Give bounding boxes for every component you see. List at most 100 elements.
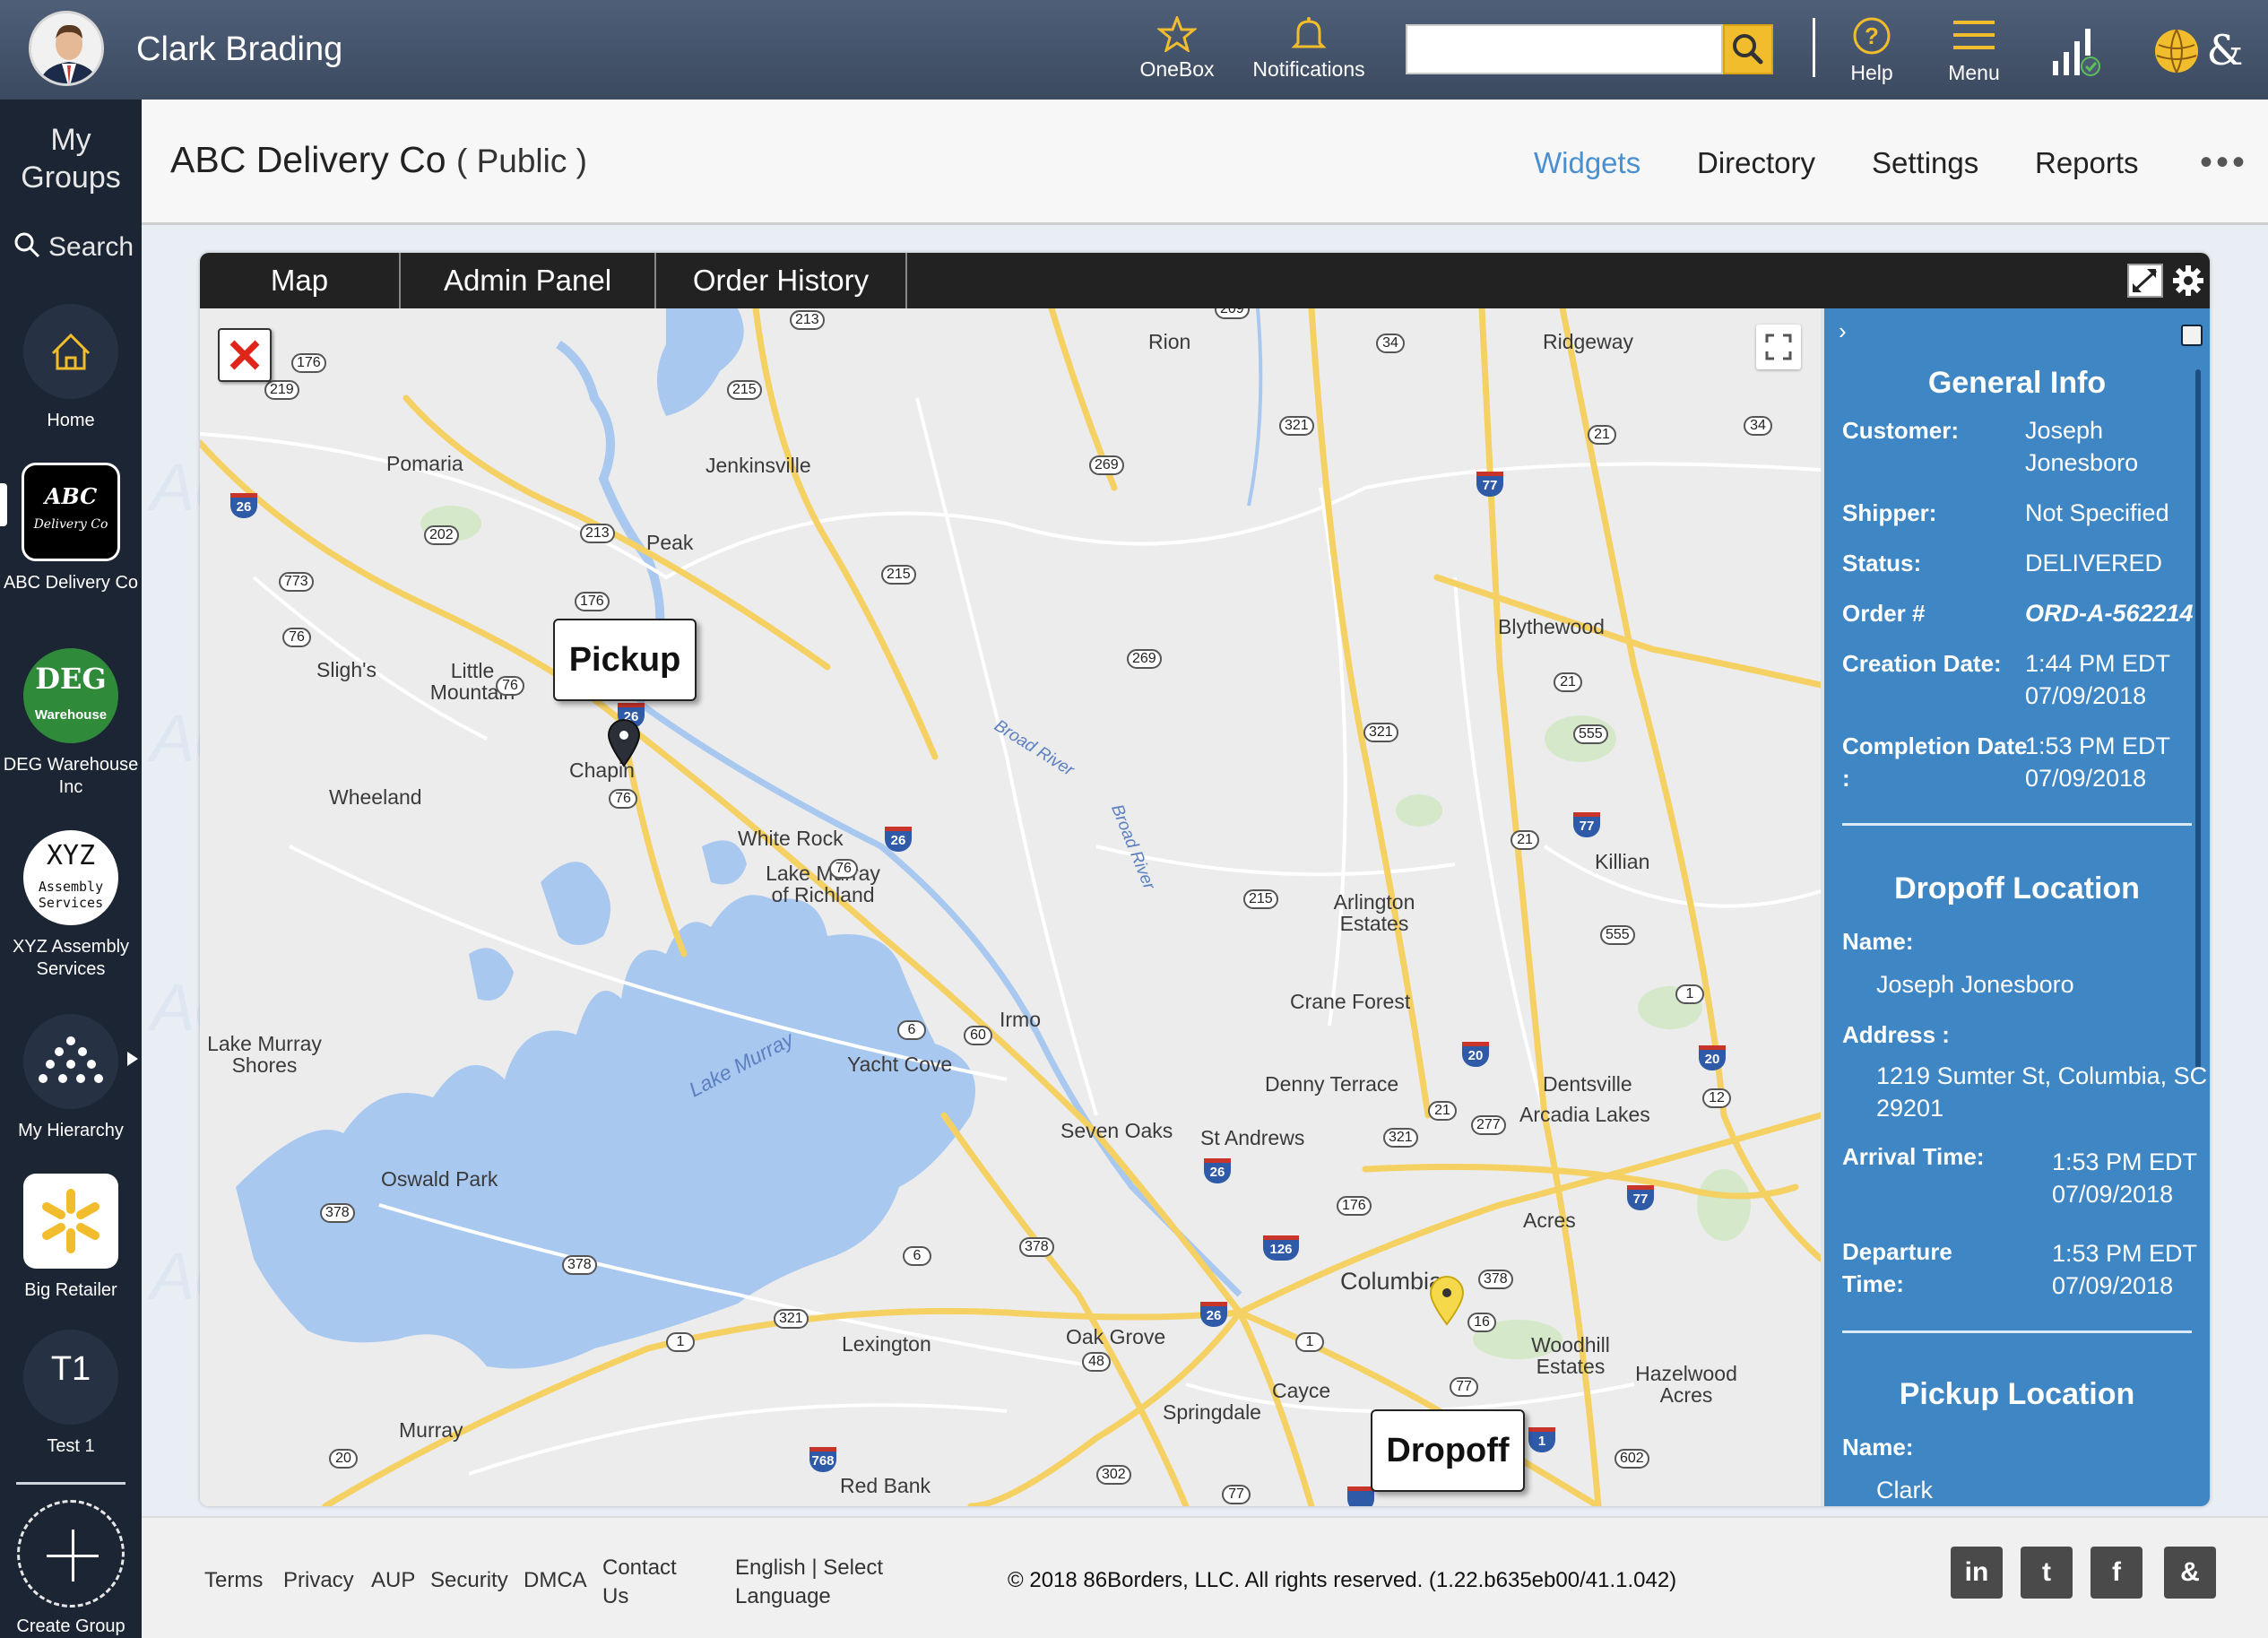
shipper-value: Not Specified [2025,499,2169,526]
more-options-button[interactable]: ••• [2200,143,2248,183]
linkedin-icon[interactable]: in [1951,1547,2003,1599]
interstate-shield: 126 [1263,1235,1299,1261]
map-canvas [200,308,1821,1506]
tab-directory[interactable]: Directory [1697,146,1815,180]
creation-time-value: 1:44 PM EDT [2025,650,2171,677]
user-avatar[interactable] [29,11,104,86]
pickup-callout[interactable]: Pickup [553,619,697,701]
sidebar-item-big-retailer[interactable]: Big Retailer [0,1174,142,1302]
route-shield: 21 [1511,830,1539,850]
expand-arrow-icon[interactable] [126,1050,140,1068]
signal-status-icon[interactable] [2046,25,2103,77]
onebox-button[interactable]: OneBox [1137,16,1217,82]
map-place-label: Arcadia Lakes [1519,1103,1650,1126]
route-shield: 321 [1363,723,1398,742]
footer-link-aup[interactable]: AUP [371,1568,415,1593]
tab-admin-panel[interactable]: Admin Panel [399,253,654,308]
route-shield: 20 [329,1449,358,1469]
map-place-label: Lake Murray of Richland [766,862,880,906]
route-shield: 6 [897,1020,926,1040]
sidebar-search[interactable]: Search [13,230,134,263]
menu-button[interactable]: Menu [1936,16,2012,85]
help-label: Help [1850,61,1893,84]
route-map[interactable]: Rion Ridgeway Pomaria Jenkinsville Peak … [200,308,1821,1506]
order-number-value[interactable]: ORD-A-562214 [2025,597,2194,629]
map-place-label: Lexington [842,1332,931,1356]
user-name[interactable]: Clark Brading [136,30,342,69]
map-place-label: Springdale [1163,1400,1261,1424]
footer-link-dmca[interactable]: DMCA [524,1568,587,1593]
interstate-shield: 20 [1699,1045,1726,1070]
route-shield: 1 [666,1332,695,1352]
route-shield: 378 [1478,1270,1513,1289]
tab-settings[interactable]: Settings [1872,146,1978,180]
section-divider [1842,1330,2192,1333]
notifications-button[interactable]: Notifications [1248,16,1370,82]
home-icon [23,304,118,399]
help-button[interactable]: ? Help [1838,16,1906,85]
sidebar-item-label: XYZ Assembly Services [12,937,130,979]
my-groups-heading: My Groups [21,123,121,195]
dropoff-address-line1: 1219 Sumter St, Columbia, SC [1876,1062,2208,1089]
footer-link-privacy[interactable]: Privacy [283,1568,354,1593]
map-place-label: Rion [1148,330,1191,353]
footer-link-terms[interactable]: Terms [204,1568,263,1593]
map-fullscreen-button[interactable] [1756,325,1801,369]
expand-arrows-icon [2133,269,2158,292]
tab-map[interactable]: Map [200,253,399,308]
main-content: ABC Delivery Co ( Public ) Widgets Direc… [142,100,2268,1638]
sidebar-item-xyz-assembly[interactable]: XYZ Assembly Services XYZ Assembly Servic… [0,830,142,981]
pickup-name-value: Clark [1876,1477,1934,1504]
86borders-logo-icon[interactable]: & [2151,25,2252,77]
sidebar-item-my-hierarchy[interactable]: My Hierarchy [0,1014,142,1142]
departure-date-value: 07/09/2018 [2052,1272,2174,1299]
map-place-label: Murray [399,1418,463,1442]
sidebar-item-label: Test 1 [47,1436,95,1456]
route-shield: 269 [1127,649,1162,669]
general-info-heading: General Info [1927,366,2107,400]
map-place-label: Dentsville [1543,1072,1632,1096]
collapse-chevron-icon[interactable]: › [1839,317,1847,345]
expand-widget-button[interactable] [2127,264,2163,298]
svg-text:?: ? [1865,22,1879,49]
footer-language-select[interactable]: English | Select Language [735,1554,883,1611]
sidebar-item-abc-delivery[interactable]: ABC Delivery Co ABC Delivery Co [0,463,142,594]
gear-icon[interactable] [2171,264,2205,298]
tab-reports[interactable]: Reports [2035,146,2139,180]
pickup-pin-icon[interactable] [605,717,643,767]
search-button[interactable] [1723,24,1773,74]
route-shield: 215 [727,380,762,400]
footer-link-contact[interactable]: Contact Us [602,1554,677,1611]
panel-scrollbar[interactable] [2195,369,2201,1069]
xyz-assembly-logo-icon: XYZ Assembly Services [23,830,118,925]
86borders-social-icon[interactable]: & [2164,1547,2216,1599]
twitter-icon[interactable]: t [2021,1547,2073,1599]
tab-widgets[interactable]: Widgets [1534,146,1640,180]
route-shield: 269 [1089,455,1124,475]
tab-order-history[interactable]: Order History [654,253,907,308]
map-place-label: Oswald Park [381,1167,498,1191]
sidebar-item-home[interactable]: Home [0,304,142,432]
help-icon: ? [1853,17,1891,55]
dropoff-callout[interactable]: Dropoff [1371,1409,1525,1492]
global-search-input[interactable] [1406,24,1723,74]
interstate-shield: 1 [1528,1427,1555,1452]
create-group-button[interactable]: Create Group [0,1500,142,1637]
footer-link-security[interactable]: Security [430,1568,508,1593]
route-shield: 76 [829,859,858,879]
lock-icon[interactable] [2181,325,2203,346]
facebook-icon[interactable]: f [2091,1547,2142,1599]
route-shield: 213 [580,524,615,543]
test-1-logo-icon: T1 [23,1330,118,1425]
close-map-button[interactable] [218,328,272,382]
sidebar-item-test-1[interactable]: T1 Test 1 [0,1330,142,1458]
pickup-name-label: Name: [1842,1434,1914,1460]
route-shield: 176 [291,353,326,373]
sidebar-item-deg-warehouse[interactable]: DEG Warehouse DEG Warehouse Inc [0,648,142,799]
widget-tab-bar: Map Admin Panel Order History [200,253,2210,308]
route-shield: 48 [1082,1352,1111,1372]
route-shield: 21 [1588,425,1616,445]
interstate-shield: 768 [809,1447,836,1472]
dropoff-pin-icon[interactable] [1427,1274,1467,1326]
route-shield: 555 [1600,925,1635,945]
